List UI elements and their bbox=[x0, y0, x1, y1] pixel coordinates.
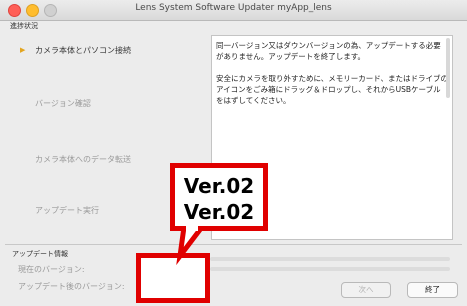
callout-tail-cover bbox=[186, 224, 198, 231]
